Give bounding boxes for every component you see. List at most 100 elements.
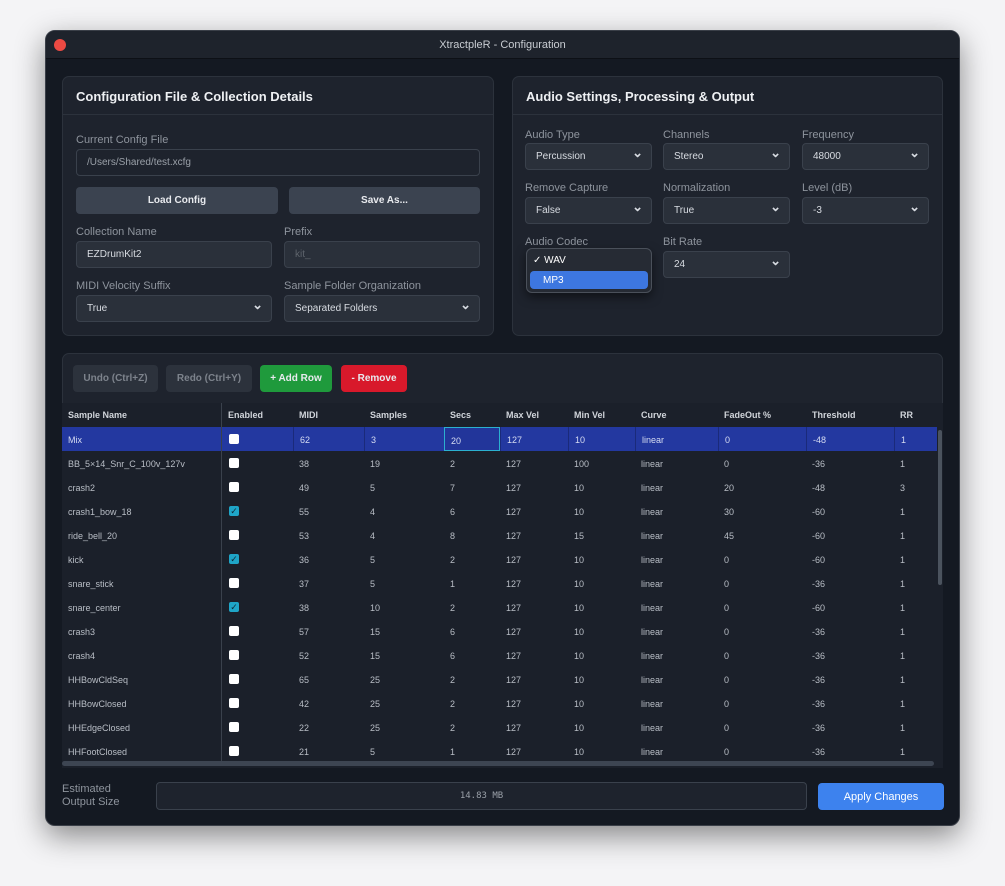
table-cell[interactable]: linear [635, 667, 718, 691]
table-cell[interactable]: linear [635, 499, 718, 523]
table-cell[interactable]: -36 [806, 571, 894, 595]
table-cell[interactable]: 8 [444, 523, 500, 547]
table-cell[interactable]: -36 [806, 715, 894, 739]
table-cell[interactable]: 10 [568, 475, 635, 499]
undo-button[interactable]: Undo (Ctrl+Z) [73, 365, 158, 392]
table-cell[interactable]: 2 [444, 667, 500, 691]
table-cell[interactable]: HHBowClosed [62, 691, 222, 715]
level-select[interactable]: -3 [802, 197, 929, 224]
table-cell[interactable]: 127 [500, 475, 568, 499]
table-cell[interactable]: 4 [364, 523, 444, 547]
table-cell[interactable]: linear [635, 619, 718, 643]
table-cell[interactable]: 10 [568, 667, 635, 691]
codec-option-wav[interactable]: ✓ WAV [533, 255, 566, 266]
column-header[interactable]: Threshold [806, 403, 894, 427]
table-cell[interactable]: 127 [500, 595, 568, 619]
audio-type-select[interactable]: Percussion [525, 143, 652, 170]
table-cell[interactable]: 127 [500, 643, 568, 667]
table-row[interactable]: HHBowCldSeq 65 25 2 127 10 linear 0 -36 1 [62, 667, 937, 691]
column-header[interactable]: Samples [364, 403, 444, 427]
table-cell[interactable]: 36 [293, 547, 364, 571]
table-cell[interactable]: BB_5×14_Snr_C_100v_127v [62, 451, 222, 475]
column-header[interactable]: Enabled [222, 403, 293, 427]
normalization-select[interactable]: True [663, 197, 790, 224]
table-cell[interactable]: 5 [364, 571, 444, 595]
table-cell[interactable]: 10 [568, 715, 635, 739]
codec-option-mp3[interactable]: MP3 [530, 271, 648, 289]
table-cell[interactable]: 127 [500, 547, 568, 571]
table-cell[interactable]: 0 [718, 715, 806, 739]
table-row[interactable]: snare_center ✓ 38 10 2 127 10 linear 0 -60 1 [62, 595, 937, 619]
table-cell[interactable]: linear [635, 643, 718, 667]
table-cell[interactable]: -36 [806, 691, 894, 715]
table-cell[interactable]: -36 [806, 619, 894, 643]
table-cell[interactable]: 100 [568, 451, 635, 475]
table-cell[interactable]: 1 [444, 739, 500, 763]
table-cell[interactable]: 1 [894, 643, 937, 667]
table-cell[interactable]: 1 [894, 571, 937, 595]
table-cell[interactable]: linear [635, 595, 718, 619]
table-row[interactable]: ride_bell_20 53 4 8 127 15 linear 45 -60 1 [62, 523, 937, 547]
table-cell[interactable]: kick [62, 547, 222, 571]
table-cell[interactable]: 0 [718, 643, 806, 667]
table-cell[interactable]: -60 [806, 595, 894, 619]
table-cell[interactable]: 19 [364, 451, 444, 475]
table-cell[interactable]: 38 [293, 451, 364, 475]
table-cell[interactable]: crash2 [62, 475, 222, 499]
table-cell[interactable]: snare_stick [62, 571, 222, 595]
table-cell[interactable]: 37 [293, 571, 364, 595]
table-cell[interactable]: -48 [806, 475, 894, 499]
table-cell[interactable]: 20 [444, 427, 500, 451]
table-cell[interactable]: 2 [444, 691, 500, 715]
table-cell[interactable]: 1 [894, 547, 937, 571]
table-cell[interactable]: linear [635, 427, 718, 451]
table-cell[interactable]: snare_center [62, 595, 222, 619]
table-cell[interactable]: -36 [806, 739, 894, 763]
table-cell[interactable]: 25 [364, 691, 444, 715]
table-cell[interactable]: 0 [718, 691, 806, 715]
table-cell[interactable]: 1 [894, 739, 937, 763]
table-row[interactable]: crash2 49 5 7 127 10 linear 20 -48 3 [62, 475, 937, 499]
horizontal-scrollbar[interactable] [62, 761, 934, 766]
table-cell[interactable]: linear [635, 691, 718, 715]
table-cell[interactable]: 1 [894, 667, 937, 691]
table-cell[interactable]: 62 [293, 427, 364, 451]
table-cell[interactable]: 15 [364, 643, 444, 667]
table-cell[interactable]: 10 [568, 427, 635, 451]
table-cell[interactable]: -60 [806, 547, 894, 571]
table-cell[interactable]: 5 [364, 739, 444, 763]
table-row[interactable]: HHEdgeClosed 22 25 2 127 10 linear 0 -36 1 [62, 715, 937, 739]
enabled-checkbox[interactable] [229, 698, 239, 708]
table-cell[interactable]: 42 [293, 691, 364, 715]
table-cell[interactable]: 127 [500, 619, 568, 643]
table-cell[interactable]: crash1_bow_18 [62, 499, 222, 523]
table-cell[interactable]: 1 [444, 571, 500, 595]
table-cell[interactable]: HHFootClosed [62, 739, 222, 763]
table-cell[interactable]: 57 [293, 619, 364, 643]
table-cell[interactable]: HHEdgeClosed [62, 715, 222, 739]
table-cell[interactable]: 10 [568, 595, 635, 619]
table-cell[interactable]: 65 [293, 667, 364, 691]
enabled-checkbox[interactable] [229, 650, 239, 660]
table-cell[interactable]: 2 [444, 451, 500, 475]
table-cell[interactable]: 3 [364, 427, 444, 451]
enabled-checkbox[interactable] [229, 746, 239, 756]
table-cell[interactable]: linear [635, 523, 718, 547]
table-cell[interactable]: 127 [500, 571, 568, 595]
enabled-checkbox[interactable] [229, 578, 239, 588]
vertical-scroll-thumb[interactable] [938, 430, 942, 585]
channels-select[interactable]: Stereo [663, 143, 790, 170]
table-row[interactable]: crash1_bow_18 ✓ 55 4 6 127 10 linear 30 -60 1 [62, 499, 937, 523]
table-cell[interactable]: 1 [894, 691, 937, 715]
table-row[interactable]: crash3 57 15 6 127 10 linear 0 -36 1 [62, 619, 937, 643]
table-cell[interactable]: ride_bell_20 [62, 523, 222, 547]
table-cell[interactable]: 3 [894, 475, 937, 499]
table-cell[interactable]: HHBowCldSeq [62, 667, 222, 691]
table-cell[interactable]: 6 [444, 499, 500, 523]
table-cell[interactable]: 1 [894, 451, 937, 475]
column-header[interactable]: MIDI [293, 403, 364, 427]
table-row[interactable]: kick ✓ 36 5 2 127 10 linear 0 -60 1 [62, 547, 937, 571]
apply-changes-button[interactable]: Apply Changes [818, 783, 944, 810]
add-row-button[interactable]: + Add Row [260, 365, 332, 392]
column-header[interactable]: Curve [635, 403, 718, 427]
